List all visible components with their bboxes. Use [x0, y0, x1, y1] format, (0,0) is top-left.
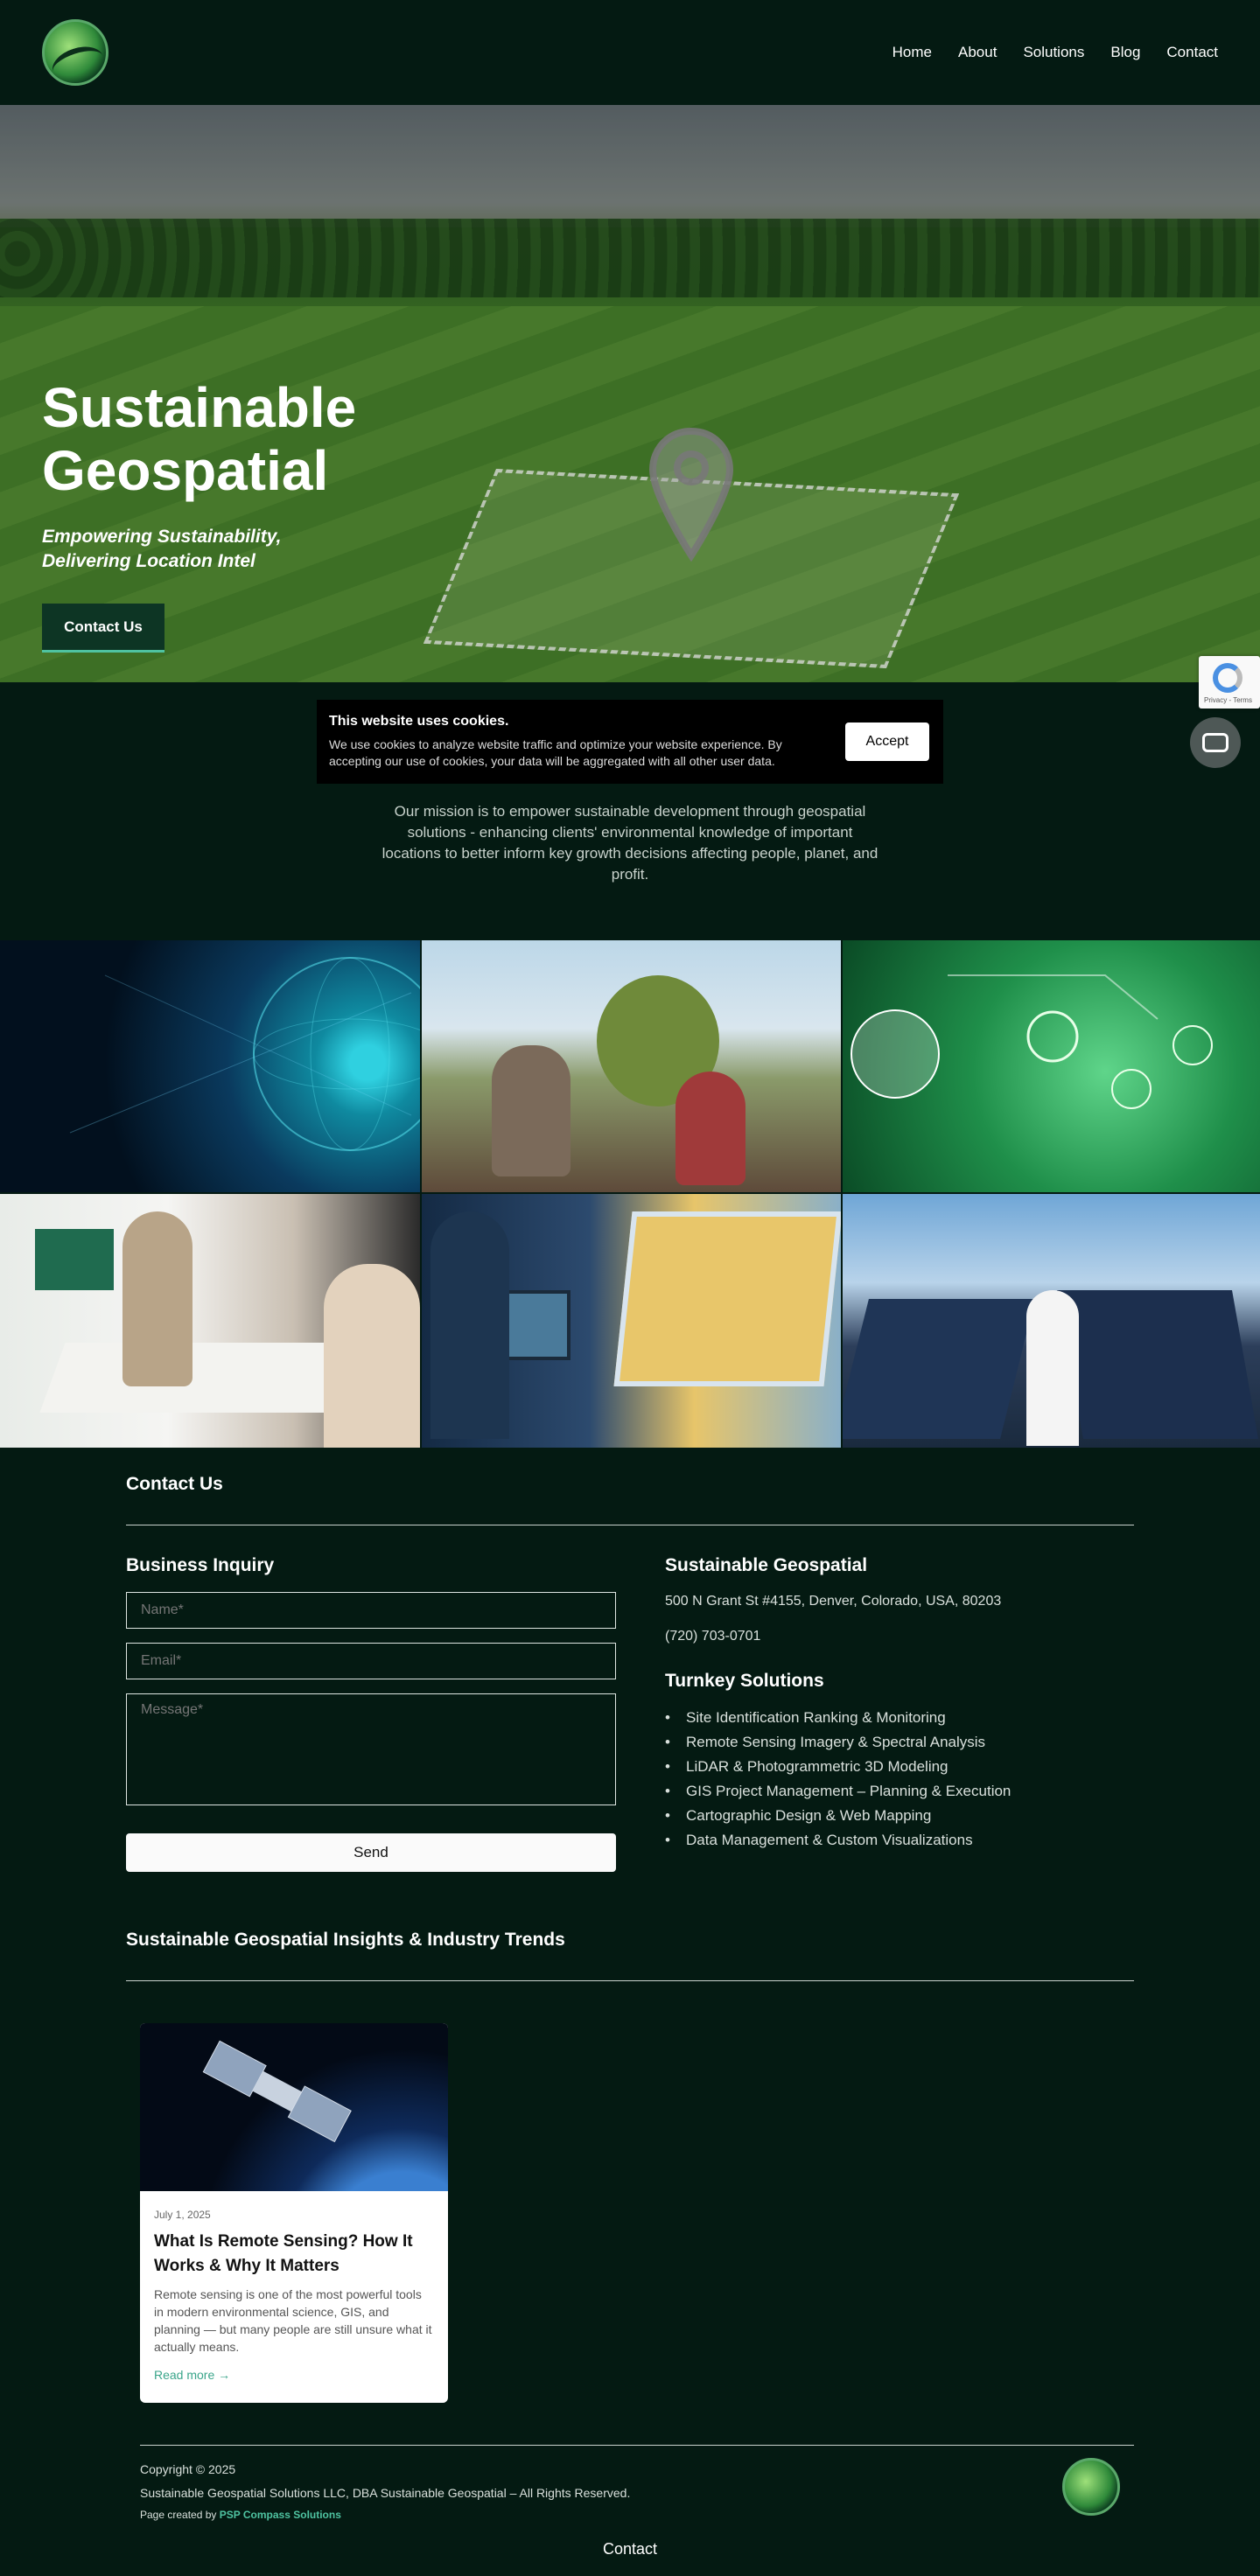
chat-widget-button[interactable]	[1190, 717, 1241, 768]
message-field[interactable]	[126, 1693, 616, 1805]
map-screen-shape	[613, 1211, 841, 1386]
satellite-image	[140, 2023, 448, 2191]
solar-panel-engineer-image	[843, 1194, 1260, 1448]
email-field[interactable]	[126, 1643, 616, 1679]
hero-title: Sustainable Geospatial	[42, 376, 532, 502]
contact-heading: Contact Us	[126, 1474, 223, 1494]
footer-logo	[1062, 2458, 1120, 2516]
solar-panel-shape	[843, 1299, 1035, 1439]
person-shape	[324, 1264, 420, 1448]
phone-number[interactable]: (720) 703-0701	[665, 1629, 760, 1644]
list-item: GIS Project Management – Planning & Exec…	[665, 1779, 1011, 1804]
nav-home[interactable]: Home	[892, 44, 932, 61]
name-field[interactable]	[126, 1592, 616, 1629]
post-title[interactable]: What Is Remote Sensing? How It Works & W…	[154, 2230, 434, 2279]
send-button[interactable]: Send	[126, 1833, 616, 1872]
image-grid	[0, 940, 1260, 1448]
satellite-graphic	[202, 2040, 352, 2143]
main-nav: Home About Solutions Blog Contact	[892, 44, 1218, 61]
hero-title-line2: Geospatial	[42, 439, 329, 502]
footer-contact-link[interactable]: Contact	[0, 2540, 1260, 2559]
solar-panel-shape	[1057, 1290, 1258, 1439]
cookie-title: This website uses cookies.	[329, 714, 509, 729]
list-item: Site Identification Ranking & Monitoring	[665, 1706, 1011, 1730]
copyright: Copyright © 2025	[140, 2462, 236, 2476]
hero-text: Sustainable Geospatial Empowering Sustai…	[42, 376, 532, 574]
chat-icon	[1202, 733, 1228, 752]
nav-about[interactable]: About	[958, 44, 997, 61]
services-list: Site Identification Ranking & Monitoring…	[665, 1706, 1011, 1853]
hero-contact-button[interactable]: Contact Us	[42, 604, 164, 653]
3d-modeling-image	[422, 1194, 841, 1448]
hero-subtitle-line1: Empowering Sustainability,	[42, 527, 282, 547]
engineer-shape	[1026, 1290, 1079, 1446]
location-pin-icon	[648, 427, 734, 562]
business-meeting-image	[0, 1194, 420, 1448]
recaptcha-icon	[1213, 663, 1242, 693]
company-name: Sustainable Geospatial	[665, 1555, 868, 1575]
digital-globe-image	[0, 940, 420, 1192]
list-item: Cartographic Design & Web Mapping	[665, 1804, 1011, 1828]
person-shape	[492, 1045, 570, 1176]
list-item: Data Management & Custom Visualizations	[665, 1828, 1011, 1853]
cookie-banner: This website uses cookies. We use cookie…	[317, 700, 943, 784]
globe-graphic	[69, 957, 420, 1151]
read-more-link[interactable]: Read more →	[154, 2368, 434, 2382]
footer-divider	[140, 2445, 1134, 2446]
monitor-shape	[35, 1229, 114, 1290]
hero-title-line1: Sustainable	[42, 376, 357, 439]
hero-subtitle: Empowering Sustainability, Delivering Lo…	[42, 525, 532, 574]
logo[interactable]	[42, 19, 108, 86]
divider	[126, 1980, 1134, 1981]
mission-statement: Our mission is to empower sustainable de…	[382, 803, 878, 883]
form-title: Business Inquiry	[126, 1555, 275, 1575]
page-credit: Page created by PSP Compass Solutions	[140, 2509, 341, 2521]
address: 500 N Grant St #4155, Denver, Colorado, …	[665, 1594, 1002, 1609]
post-date: July 1, 2025	[154, 2209, 211, 2221]
list-item: LiDAR & Photogrammetric 3D Modeling	[665, 1755, 1011, 1779]
sustainability-icons-graphic	[850, 974, 1213, 1109]
insights-heading: Sustainable Geospatial Insights & Indust…	[126, 1930, 565, 1950]
credit-prefix: Page created by	[140, 2509, 217, 2521]
blog-card-body: July 1, 2025 What Is Remote Sensing? How…	[140, 2191, 448, 2399]
person-shape	[676, 1072, 746, 1185]
field-researchers-image	[422, 940, 841, 1192]
nav-blog[interactable]: Blog	[1110, 44, 1140, 61]
presenter-shape	[122, 1211, 192, 1386]
blog-card[interactable]: July 1, 2025 What Is Remote Sensing? How…	[140, 2023, 448, 2403]
cookie-text: We use cookies to analyze website traffi…	[329, 737, 782, 768]
person-shape	[430, 1211, 509, 1439]
recaptcha-links[interactable]: Privacy - Terms	[1204, 696, 1252, 704]
sustainability-tech-image	[843, 940, 1260, 1192]
table-shape	[39, 1343, 354, 1413]
nav-solutions[interactable]: Solutions	[1023, 44, 1084, 61]
nav-contact[interactable]: Contact	[1166, 44, 1218, 61]
recaptcha-badge[interactable]: Privacy - Terms	[1199, 656, 1260, 709]
cookie-accept-button[interactable]: Accept	[845, 723, 929, 761]
hero-subtitle-line2: Delivering Location Intel	[42, 551, 256, 571]
credit-link[interactable]: PSP Compass Solutions	[220, 2509, 341, 2521]
legal-text: Sustainable Geospatial Solutions LLC, DB…	[140, 2486, 631, 2500]
list-item: Remote Sensing Imagery & Spectral Analys…	[665, 1730, 1011, 1755]
services-title: Turnkey Solutions	[665, 1671, 824, 1691]
post-excerpt: Remote sensing is one of the most powerf…	[154, 2287, 432, 2354]
site-header: Home About Solutions Blog Contact	[0, 0, 1260, 105]
